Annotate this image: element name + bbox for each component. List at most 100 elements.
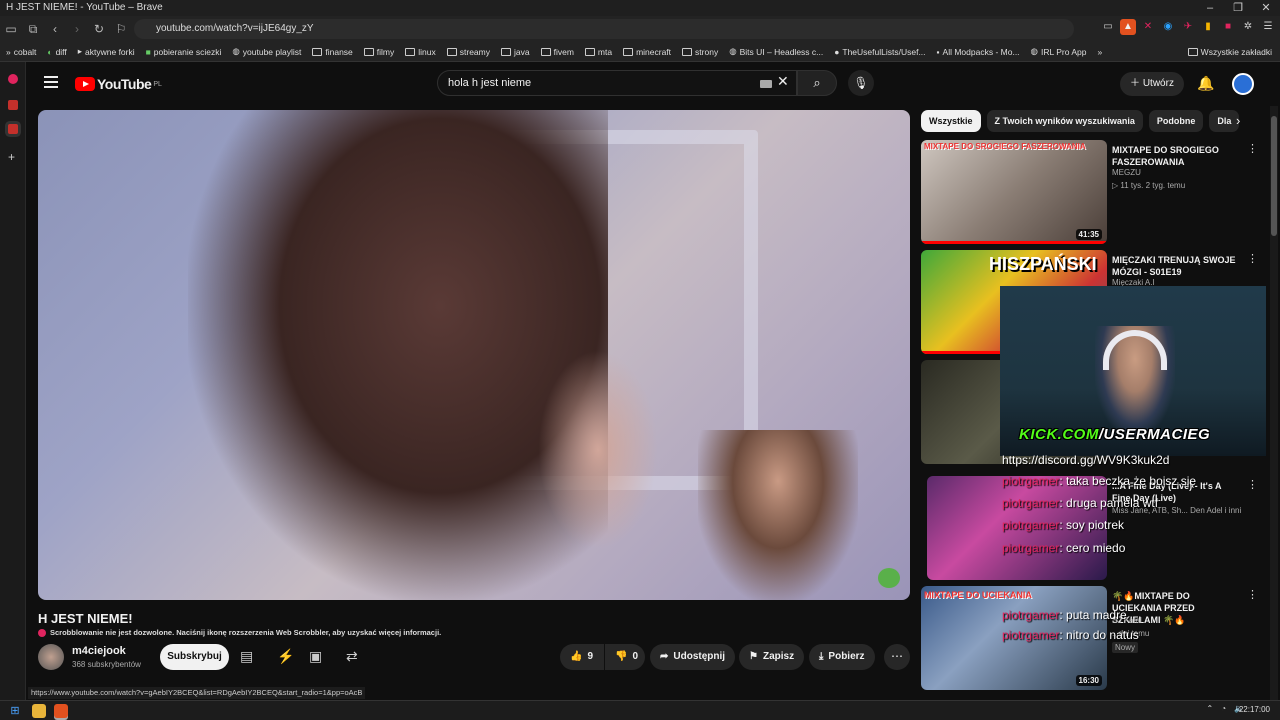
windows-start-icon[interactable]: ⊞ <box>8 704 22 718</box>
video-frame-scene <box>538 350 658 550</box>
status-bar-url: https://www.youtube.com/watch?v=gAebIY2B… <box>28 687 366 699</box>
globe-icon: ◍ <box>232 46 240 56</box>
bookmark-item[interactable]: ▸ aktywne forki <box>78 46 135 57</box>
reload-icon[interactable]: ↻ <box>88 22 110 36</box>
sidebar-toggle-icon[interactable]: ▭ <box>0 22 22 36</box>
bookmark-item[interactable]: ◐ diff <box>47 47 66 57</box>
bookmark-folder[interactable]: fivem <box>540 47 574 57</box>
bookmark-folder[interactable]: streamy <box>446 47 490 57</box>
share-button[interactable]: ➦ Udostępnij <box>650 644 736 670</box>
like-button[interactable]: 👍 9 <box>560 644 604 670</box>
subscribe-button[interactable]: Subskrybuj <box>160 644 229 670</box>
bookmark-item[interactable]: ● TheUsefulLists/Usef... <box>834 47 925 57</box>
sidebar-app-icon[interactable] <box>8 74 18 84</box>
chip-from-search[interactable]: Z Twoich wyników wyszukiwania <box>986 110 1143 132</box>
address-bar[interactable]: youtube.com/watch?v=ijJE64gy_zY <box>134 19 1074 39</box>
page-scrollbar[interactable] <box>1270 106 1278 700</box>
menu-icon[interactable]: ☰ <box>1260 19 1276 35</box>
bookmark-item[interactable]: ◍ Bits UI – Headless c... <box>729 46 823 57</box>
extensions-menu-icon[interactable]: ✲ <box>1240 19 1256 35</box>
bookmark-save-icon: ⚑ <box>749 651 758 662</box>
close-window-icon[interactable]: ✕ <box>1252 0 1280 16</box>
more-options-icon[interactable]: ⋮ <box>1247 478 1258 491</box>
create-button[interactable]: ＋ Utwórz <box>1120 72 1184 96</box>
video-player[interactable] <box>38 110 910 600</box>
windows-taskbar: ⊞ ⌃ ◔ 🔈 22:17:00 <box>0 700 1280 720</box>
add-panel-icon[interactable]: + <box>8 150 15 164</box>
minimize-icon[interactable]: – <box>1196 0 1224 16</box>
chevron-right-icon[interactable]: › <box>1236 113 1240 128</box>
lightning-icon[interactable]: ⚡ <box>277 648 294 665</box>
bookmark-folder[interactable]: linux <box>405 47 436 57</box>
scrollbar-thumb[interactable] <box>1271 116 1277 236</box>
maximize-icon[interactable]: ❐ <box>1224 0 1252 16</box>
recommendation-item[interactable]: MIXTAPE DO SROGIEGO FASZEROWANIA 41:35 M… <box>921 140 1261 244</box>
chip-all[interactable]: Wszystkie <box>921 110 981 132</box>
chip-for-you[interactable]: Dla <box>1209 110 1240 132</box>
extension-icon[interactable]: ◉ <box>1160 19 1176 35</box>
download-button[interactable]: ⤓ Pobierz <box>809 644 875 670</box>
chip-related[interactable]: Podobne <box>1148 110 1204 132</box>
save-button[interactable]: ⚑ Zapisz <box>739 644 805 670</box>
thumbs-up-icon: 👍 <box>570 651 583 662</box>
file-explorer-icon[interactable] <box>32 704 46 718</box>
back-icon[interactable]: ‹ <box>44 22 66 36</box>
bookmark-folder[interactable]: java <box>501 47 530 57</box>
youtube-sidebar-icon[interactable] <box>8 100 18 110</box>
channel-name[interactable]: m4ciejook <box>72 645 126 657</box>
cast-icon[interactable]: ▭ <box>1100 19 1116 35</box>
bookmark-icon[interactable]: ⚐ <box>110 22 132 36</box>
brave-browser-icon[interactable] <box>54 704 68 718</box>
bookmark-item[interactable]: » cobalt <box>6 47 36 57</box>
bookmark-item[interactable]: ■ pobieranie sciezki <box>146 47 222 57</box>
recommendation-title: MIĘCZAKI TRENUJĄ SWOJE MÓZGI - S01E19 <box>1112 255 1236 277</box>
bookmark-item[interactable]: ◍ IRL Pro App <box>1031 46 1087 57</box>
video-thumbnail[interactable]: MIXTAPE DO SROGIEGO FASZEROWANIA 41:35 <box>921 140 1107 244</box>
bookmark-folder[interactable]: strony <box>682 47 718 57</box>
all-bookmarks-folder[interactable]: Wszystkie zakładki <box>1187 42 1272 61</box>
youtube-sidebar-icon[interactable] <box>8 124 18 134</box>
loop-icon[interactable]: ⇄ <box>346 648 358 665</box>
dislike-button[interactable]: 👎 0 <box>605 644 645 670</box>
search-button[interactable]: ⌕ <box>797 70 837 96</box>
region-code: PL <box>153 80 162 88</box>
extension-icon[interactable]: ■ <box>1220 19 1236 35</box>
more-options-icon[interactable]: ⋮ <box>1247 588 1258 601</box>
bookmarks-bar: » cobalt ◐ diff ▸ aktywne forki ■ pobieranie… <box>0 42 1280 62</box>
taskbar-clock[interactable]: 22:17:00 <box>1239 705 1270 714</box>
bookmark-folder[interactable]: mta <box>584 47 612 57</box>
forward-icon[interactable]: › <box>66 22 88 36</box>
voice-search-button[interactable]: 🎙 <box>848 70 874 96</box>
bookmark-folder[interactable]: finanse <box>312 47 353 57</box>
brave-shields-icon[interactable]: ▲ <box>1120 19 1136 35</box>
bookmark-folder[interactable]: minecraft <box>623 47 671 57</box>
youtube-logo[interactable]: YouTube PL <box>75 76 162 92</box>
network-icon[interactable]: ◔ <box>1221 704 1226 713</box>
new-badge: Nowy <box>1112 642 1139 653</box>
document-icon[interactable]: ▤ <box>240 648 253 665</box>
url-text: youtube.com/watch?v=ijJE64gy_zY <box>156 23 314 34</box>
keyboard-icon[interactable] <box>760 80 772 88</box>
bookmark-item[interactable]: ▪ All Modpacks - Mo... <box>937 47 1020 57</box>
extension-icon[interactable]: ✕ <box>1140 19 1156 35</box>
notifications-bell-icon[interactable]: 🔔 <box>1197 75 1214 92</box>
image-icon[interactable]: ▣ <box>309 648 322 665</box>
extension-icon[interactable]: ▮ <box>1200 19 1216 35</box>
bookmark-item[interactable]: ◍ youtube playlist <box>232 46 301 57</box>
chat-message: piotrgamer: nitro do natus <box>1002 628 1139 642</box>
more-options-icon[interactable]: ⋮ <box>1247 142 1258 155</box>
more-actions-icon[interactable]: ⋯ <box>884 644 910 670</box>
search-input[interactable]: hola h jest nieme <box>437 70 797 96</box>
chat-message: piotrgamer: druga pamela wtf <box>1002 496 1159 510</box>
tabs-icon[interactable]: ⧉ <box>22 22 44 37</box>
bookmark-folder[interactable]: filmy <box>363 47 394 57</box>
bookmarks-overflow-icon[interactable]: » <box>1098 47 1103 57</box>
account-avatar[interactable] <box>1232 73 1254 95</box>
chevron-up-icon[interactable]: ⌃ <box>1206 704 1213 713</box>
extension-icon[interactable]: ✈ <box>1180 19 1196 35</box>
chat-username: piotrgamer <box>1002 608 1060 622</box>
channel-avatar[interactable] <box>38 644 64 670</box>
clear-search-icon[interactable]: ✕ <box>777 73 789 90</box>
more-options-icon[interactable]: ⋮ <box>1247 252 1258 265</box>
hamburger-menu-icon[interactable] <box>44 76 58 88</box>
